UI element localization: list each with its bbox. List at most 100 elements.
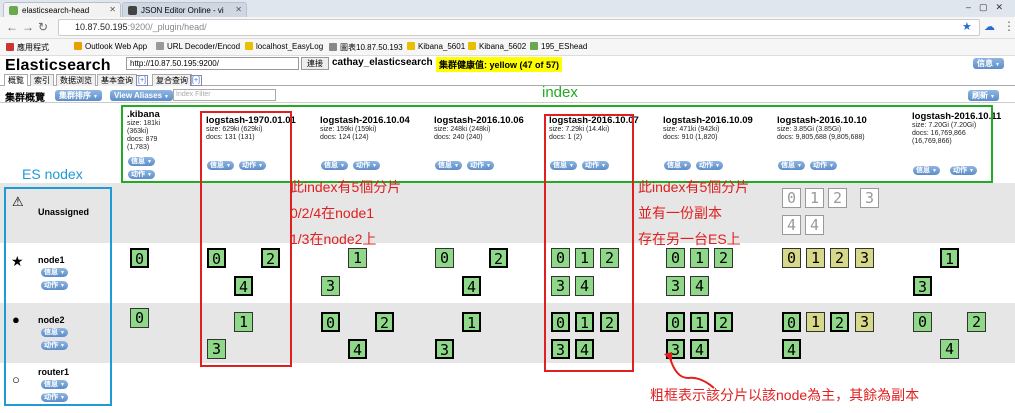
forward-icon[interactable]: → [22,20,34,34]
browser-tab[interactable]: JSON Editor Online - vi ✕ [122,2,247,17]
add-basic-query-tab[interactable]: [+] [136,75,148,86]
shard-replica[interactable]: 1 [348,248,367,268]
index-action-button[interactable]: 动作 ▼ [810,161,837,170]
node-action-button[interactable]: 动作 ▼ [41,341,68,350]
node-info-button[interactable]: 信息 ▼ [41,328,68,337]
index-info-button[interactable]: 信息 ▼ [207,161,234,170]
index-action-button[interactable]: 动作 ▼ [353,161,380,170]
shard-replica[interactable]: 4 [575,276,594,296]
info-menu-button[interactable]: 信息 ▼ [973,58,1004,69]
tab-browser[interactable]: 数据浏览 [56,74,96,86]
tab-indices[interactable]: 索引 [30,74,54,86]
shard-unassigned[interactable]: 4 [782,215,801,235]
shard-primary[interactable]: 0 [130,248,149,268]
shard-primary[interactable]: 3 [435,339,454,359]
shard-replica[interactable]: 0 [782,248,801,268]
tab-overview[interactable]: 概覧 [4,74,28,86]
bookmark-outlook[interactable]: Outlook Web App [74,42,147,51]
close-icon[interactable]: ✕ [235,5,242,14]
browser-tab-active[interactable]: elasticsearch-head ✕ [3,2,121,17]
index-action-button[interactable]: 动作 ▼ [582,161,609,170]
shard-replica[interactable]: 1 [234,312,253,332]
shard-unassigned[interactable]: 2 [828,188,847,208]
shard-primary[interactable]: 1 [462,312,481,332]
shard-replica[interactable]: 2 [830,248,849,268]
shard-replica[interactable]: 0 [913,312,932,332]
node-info-button[interactable]: 信息 ▼ [41,268,68,277]
connect-button[interactable]: 連接 [301,57,329,70]
shard-replica[interactable]: 0 [435,248,454,268]
tab-basic-query[interactable]: 基本查询 [97,74,137,86]
bookmark-easylog[interactable]: localhost_EasyLog [245,42,323,51]
shard-replica[interactable]: 1 [690,248,709,268]
shard-replica[interactable]: 2 [714,248,733,268]
shard-primary[interactable]: 1 [575,312,594,332]
shard-replica[interactable]: 3 [666,276,685,296]
cluster-sort-button[interactable]: 集群排序 ▼ [55,90,102,101]
shard-primary[interactable]: 0 [207,248,226,268]
shard-replica[interactable]: 3 [855,248,874,268]
back-icon[interactable]: ← [6,20,18,34]
shard-primary[interactable]: 0 [551,312,570,332]
view-aliases-button[interactable]: View Aliases ▼ [110,90,173,101]
shard-unassigned[interactable]: 0 [782,188,801,208]
shard-primary[interactable]: 4 [348,339,367,359]
shard-replica[interactable]: 3 [207,339,226,359]
shard-primary[interactable]: 4 [462,276,481,296]
shard-primary[interactable]: 3 [913,276,932,296]
shard-primary[interactable]: 3 [551,339,570,359]
url-field[interactable]: 10.87.50.195:9200/_plugin/head/ [58,19,980,36]
shard-primary[interactable]: 0 [782,312,801,332]
index-info-button[interactable]: 信息 ▼ [778,161,805,170]
shard-primary[interactable]: 2 [375,312,394,332]
refresh-button[interactable]: 刷新 ▼ [968,90,999,101]
shard-primary[interactable]: 2 [261,248,280,268]
bookmark-kibana-5601[interactable]: Kibana_5601 [407,42,465,51]
index-info-button[interactable]: 信息 ▼ [913,166,940,175]
shard-primary[interactable]: 2 [714,312,733,332]
window-controls[interactable]: –▢✕ [966,2,1011,13]
shard-primary[interactable]: 2 [830,312,849,332]
shard-replica[interactable]: 2 [600,248,619,268]
index-info-button[interactable]: 信息 ▼ [128,157,155,166]
shard-replica[interactable]: 1 [575,248,594,268]
index-action-button[interactable]: 动作 ▼ [467,161,494,170]
shard-primary[interactable]: 1 [940,248,959,268]
shard-replica[interactable]: 4 [690,276,709,296]
shard-primary[interactable]: 0 [666,312,685,332]
shard-primary[interactable]: 4 [782,339,801,359]
shard-replica[interactable]: 0 [666,248,685,268]
shard-replica[interactable]: 1 [806,248,825,268]
shard-replica[interactable]: 0 [130,308,149,328]
shard-replica[interactable]: 3 [321,276,340,296]
index-action-button[interactable]: 动作 ▼ [128,170,155,179]
shard-primary[interactable]: 1 [690,312,709,332]
shard-replica[interactable]: 3 [551,276,570,296]
shard-unassigned[interactable]: 4 [805,215,824,235]
connect-url-input[interactable]: http://10.87.50.195:9200/ [126,57,299,70]
bookmark-chart[interactable]: 圖表10.87.50.193 [329,42,403,53]
shard-primary[interactable]: 4 [234,276,253,296]
bookmark-apps[interactable]: 應用程式 [6,42,49,53]
shard-primary[interactable]: 2 [600,312,619,332]
index-info-button[interactable]: 信息 ▼ [664,161,691,170]
cloud-icon[interactable]: ☁ [984,20,995,33]
node-action-button[interactable]: 动作 ▼ [41,281,68,290]
index-filter-input[interactable]: Index Filter [173,89,276,101]
index-info-button[interactable]: 信息 ▼ [321,161,348,170]
index-action-button[interactable]: 动作 ▼ [696,161,723,170]
index-action-button[interactable]: 动作 ▼ [950,166,977,175]
shard-primary[interactable]: 4 [575,339,594,359]
bookmark-eshead[interactable]: 195_EShead [530,42,587,51]
bookmark-star-icon[interactable]: ★ [962,20,972,33]
close-icon[interactable]: ✕ [109,5,116,14]
menu-icon[interactable]: ⋮ [1003,19,1015,33]
bookmark-kibana-5602[interactable]: Kibana_5602 [468,42,526,51]
reload-icon[interactable]: ↻ [38,20,48,34]
shard-unassigned[interactable]: 1 [805,188,824,208]
index-info-button[interactable]: 信息 ▼ [435,161,462,170]
index-action-button[interactable]: 动作 ▼ [239,161,266,170]
shard-replica[interactable]: 0 [551,248,570,268]
bookmark-url-decoder[interactable]: URL Decoder/Encod [156,42,240,51]
shard-replica[interactable]: 2 [967,312,986,332]
